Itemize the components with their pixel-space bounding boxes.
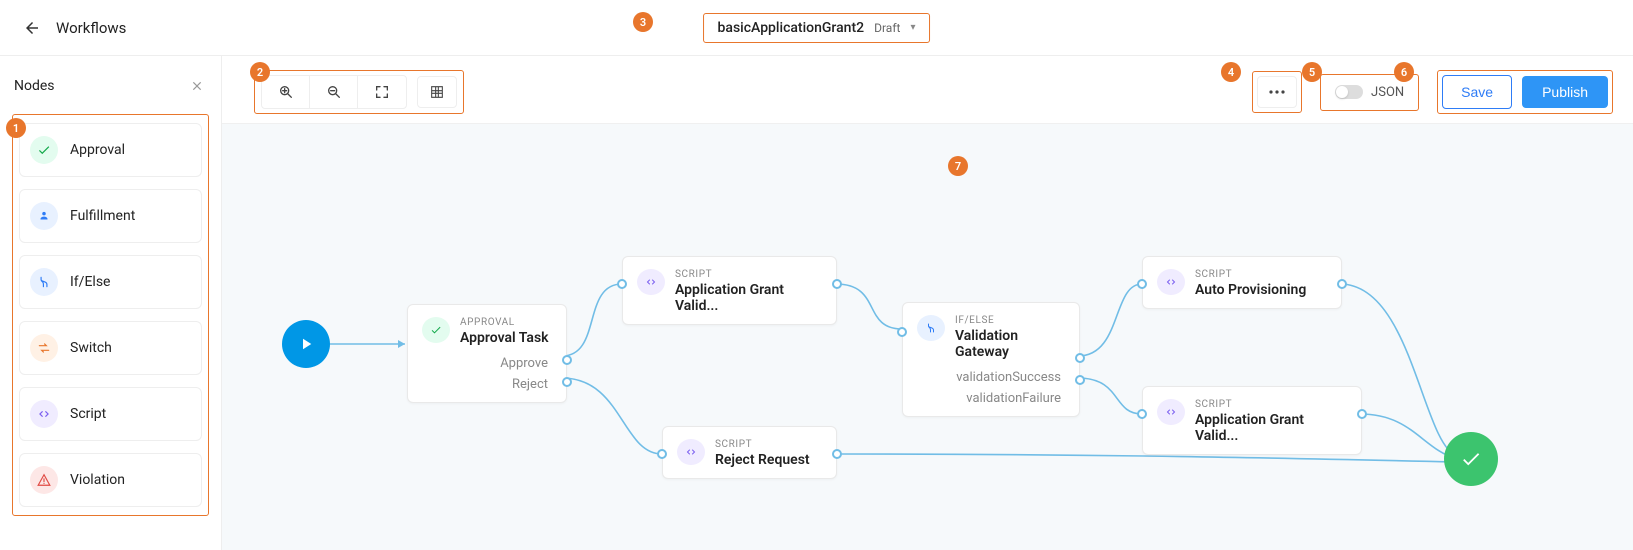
- node-script-app-grant-valid-2[interactable]: SCRIPT Application Grant Valid...: [1142, 386, 1362, 455]
- code-icon: [637, 269, 665, 295]
- branch-icon: [30, 268, 58, 296]
- publish-button[interactable]: Publish: [1522, 76, 1608, 108]
- node-type: APPROVAL: [460, 317, 549, 328]
- node-ifelse-validation-gateway[interactable]: IF/ELSE Validation Gateway validationSuc…: [902, 302, 1080, 417]
- workflow-name: basicApplicationGrant2: [718, 20, 865, 36]
- more-menu-wrapper: [1252, 71, 1302, 113]
- play-icon: [297, 335, 315, 353]
- zoom-out-button[interactable]: [310, 76, 358, 108]
- status-badge: Draft: [874, 21, 900, 35]
- palette-ifelse[interactable]: If/Else: [19, 255, 202, 309]
- node-type: IF/ELSE: [955, 315, 1065, 326]
- workflow-title-dropdown[interactable]: basicApplicationGrant2 Draft ▾: [703, 13, 931, 43]
- arrow-left-icon: [23, 19, 41, 37]
- node-script-auto-provisioning[interactable]: SCRIPT Auto Provisioning: [1142, 256, 1342, 309]
- node-approval-task[interactable]: APPROVAL Approval Task Approve Reject: [407, 304, 567, 403]
- branch-icon: [917, 315, 945, 341]
- sidebar-title: Nodes: [14, 78, 55, 94]
- more-menu-button[interactable]: [1257, 76, 1297, 108]
- output-validation-failure[interactable]: validationFailure: [966, 391, 1065, 406]
- header-bar: Workflows basicApplicationGrant2 Draft ▾: [0, 0, 1633, 56]
- check-circle-icon: [422, 317, 450, 343]
- code-icon: [1157, 399, 1185, 425]
- check-circle-icon: [30, 136, 58, 164]
- palette-approval[interactable]: Approval: [19, 123, 202, 177]
- palette-fulfillment[interactable]: Fulfillment: [19, 189, 202, 243]
- node-script-reject-request[interactable]: SCRIPT Reject Request: [662, 426, 837, 479]
- output-reject[interactable]: Reject: [512, 377, 552, 392]
- person-icon: [30, 202, 58, 230]
- node-type: SCRIPT: [715, 439, 810, 450]
- callout-7: 7: [948, 156, 968, 176]
- palette-switch[interactable]: Switch: [19, 321, 202, 375]
- json-label: JSON: [1371, 85, 1404, 100]
- code-icon: [1157, 269, 1185, 295]
- callout-3: 3: [633, 12, 653, 32]
- save-button[interactable]: Save: [1442, 75, 1512, 109]
- alert-icon: [30, 466, 58, 494]
- zoom-in-button[interactable]: [262, 76, 310, 108]
- chevron-down-icon: ▾: [910, 22, 915, 33]
- node-title: Auto Provisioning: [1195, 282, 1306, 298]
- callout-6: 6: [1394, 62, 1414, 82]
- sidebar: Nodes Approval Fulfillment: [0, 56, 222, 550]
- grid-toggle-button[interactable]: [417, 76, 457, 108]
- save-publish-group: Save Publish: [1437, 70, 1613, 114]
- callout-4: 4: [1221, 62, 1241, 82]
- palette-violation[interactable]: Violation: [19, 453, 202, 507]
- node-type: SCRIPT: [675, 269, 822, 280]
- node-label: Approval: [70, 142, 125, 158]
- workflow-graph: APPROVAL Approval Task Approve Reject: [222, 124, 1633, 550]
- json-toggle[interactable]: JSON: [1325, 79, 1414, 106]
- callout-5: 5: [1302, 62, 1322, 82]
- node-label: Fulfillment: [70, 208, 135, 224]
- start-node[interactable]: [282, 320, 330, 368]
- toggle-icon: [1335, 85, 1363, 99]
- node-type: SCRIPT: [1195, 399, 1347, 410]
- node-label: Violation: [70, 472, 125, 488]
- node-title: Approval Task: [460, 330, 549, 346]
- node-title: Reject Request: [715, 452, 810, 468]
- node-label: If/Else: [70, 274, 110, 290]
- node-title: Application Grant Valid...: [1195, 412, 1347, 444]
- grid-icon: [429, 84, 445, 100]
- page-title: Workflows: [56, 19, 126, 37]
- node-title: Application Grant Valid...: [675, 282, 822, 314]
- check-icon: [1460, 448, 1482, 470]
- close-sidebar-button[interactable]: [187, 76, 207, 96]
- callout-2: 2: [250, 62, 270, 82]
- node-type: SCRIPT: [1195, 269, 1306, 280]
- palette-script[interactable]: Script: [19, 387, 202, 441]
- zoom-out-icon: [326, 84, 342, 100]
- output-validation-success[interactable]: validationSuccess: [956, 370, 1065, 385]
- node-script-app-grant-valid[interactable]: SCRIPT Application Grant Valid...: [622, 256, 837, 325]
- switch-icon: [30, 334, 58, 362]
- code-icon: [677, 439, 705, 465]
- canvas[interactable]: JSON Save Publish: [222, 56, 1633, 550]
- zoom-in-icon: [278, 84, 294, 100]
- output-approve[interactable]: Approve: [500, 356, 552, 371]
- zoom-toolbar: [254, 70, 464, 114]
- dots-icon: [1269, 90, 1285, 94]
- end-node[interactable]: [1444, 432, 1498, 486]
- node-title: Validation Gateway: [955, 328, 1065, 360]
- back-button[interactable]: [16, 12, 48, 44]
- node-label: Switch: [70, 340, 112, 356]
- node-palette: Approval Fulfillment If/Else Switch: [12, 114, 209, 516]
- close-icon: [190, 79, 204, 93]
- fit-view-button[interactable]: [358, 76, 406, 108]
- node-label: Script: [70, 406, 106, 422]
- callout-1: 1: [6, 118, 26, 138]
- fit-icon: [374, 84, 390, 100]
- code-icon: [30, 400, 58, 428]
